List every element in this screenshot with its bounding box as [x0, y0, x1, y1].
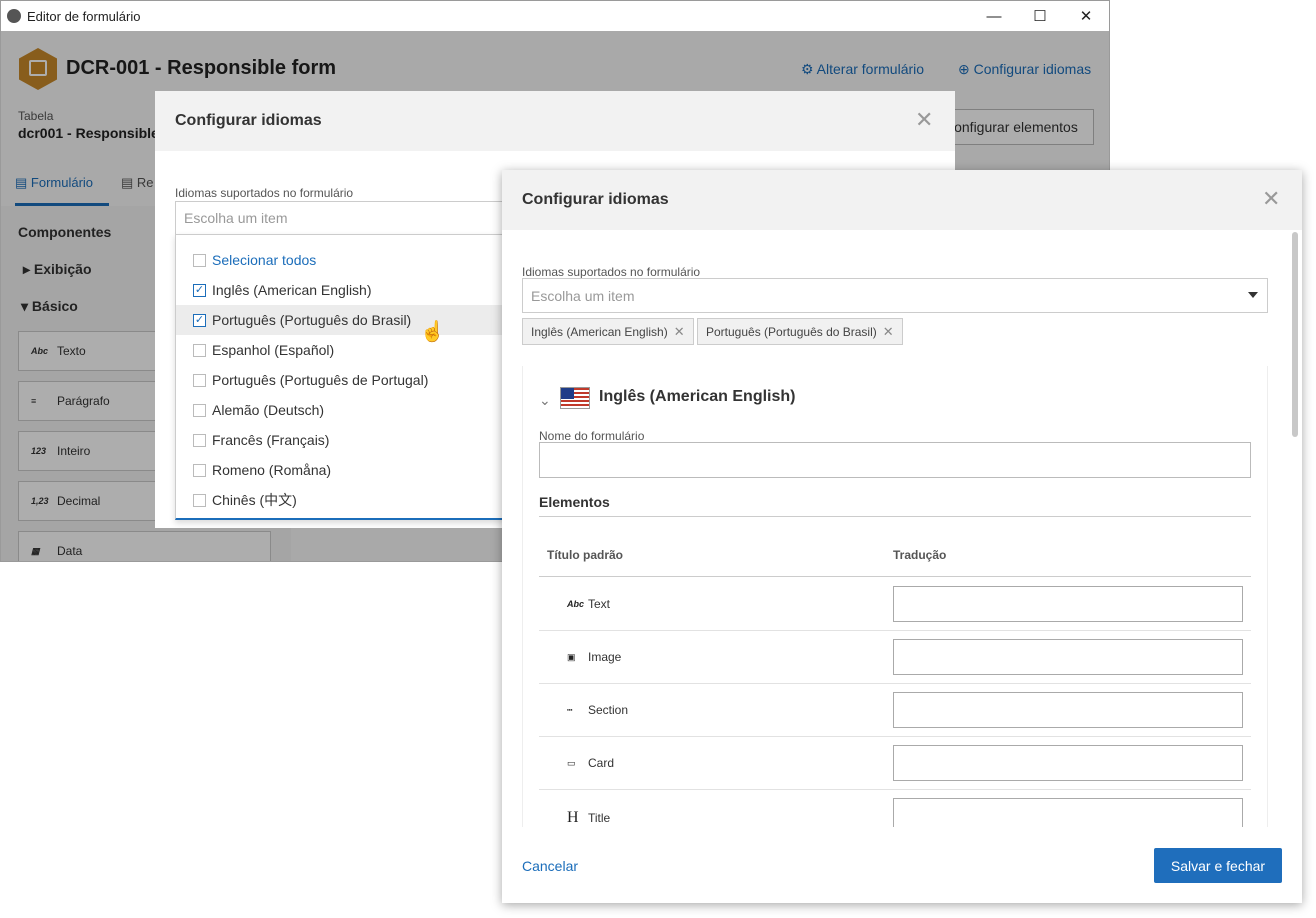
maximize-button[interactable]: ☐ — [1017, 1, 1063, 31]
divider — [539, 736, 1251, 737]
modal-header: Configurar idiomas ✕ — [155, 91, 955, 151]
option-english[interactable]: ✓ Inglês (American English) — [176, 275, 504, 305]
option-chinese[interactable]: Chinês (中文) — [176, 485, 504, 515]
checkbox[interactable] — [193, 493, 206, 507]
app-logo-icon — [7, 9, 21, 23]
column-default-title: Título padrão — [547, 548, 623, 562]
remove-chip-icon[interactable]: ✕ — [674, 324, 685, 340]
translation-input[interactable] — [893, 586, 1243, 622]
language-chip: Inglês (American English) ✕ — [522, 318, 694, 345]
scrollbar[interactable] — [1292, 232, 1298, 437]
checkbox[interactable] — [193, 253, 206, 267]
modal-title: Configurar idiomas — [522, 191, 669, 208]
row-label: Text — [588, 597, 611, 611]
languages-field-label: Idiomas suportados no formulário — [175, 186, 354, 200]
collapse-chevron-icon[interactable]: ⌄ — [539, 392, 551, 409]
languages-select[interactable]: Escolha um item — [522, 278, 1268, 313]
text-type-icon: Abc — [567, 599, 585, 609]
option-label: Alemão (Deutsch) — [212, 402, 325, 418]
chevron-down-icon[interactable] — [1248, 292, 1258, 298]
row-label: Card — [588, 756, 615, 770]
form-name-label: Nome do formulário — [539, 429, 645, 443]
modal-header: Configurar idiomas ✕ — [502, 170, 1302, 230]
option-select-all[interactable]: Selecionar todos — [176, 245, 504, 275]
image-icon: ▣ — [567, 651, 576, 662]
table-row: ▣ Image — [567, 650, 621, 664]
table-row: ▭ Card — [567, 756, 614, 770]
checkbox[interactable] — [193, 403, 206, 417]
checkbox[interactable] — [193, 373, 206, 387]
divider — [539, 516, 1251, 517]
translation-input[interactable] — [893, 745, 1243, 781]
remove-chip-icon[interactable]: ✕ — [883, 324, 894, 340]
checkbox[interactable] — [193, 433, 206, 447]
close-window-button[interactable]: ✕ — [1063, 1, 1109, 31]
column-translation: Tradução — [893, 548, 947, 562]
chip-label: Português (Português do Brasil) — [706, 324, 877, 339]
row-label: Section — [588, 703, 629, 717]
card-icon: ▭ — [567, 757, 576, 768]
close-icon[interactable]: ✕ — [915, 107, 933, 133]
languages-field-label: Idiomas suportados no formulário — [522, 265, 701, 279]
divider — [539, 683, 1251, 684]
checkbox-checked[interactable]: ✓ — [193, 313, 206, 327]
option-label: Português (Português de Portugal) — [212, 372, 429, 388]
chip-label: Inglês (American English) — [531, 324, 668, 339]
divider — [539, 789, 1251, 790]
option-label: Espanhol (Español) — [212, 342, 335, 358]
option-label: Chinês (中文) — [212, 492, 297, 508]
table-row: Abc Text — [567, 597, 610, 611]
languages-dropdown: Selecionar todos ✓ Inglês (American Engli… — [175, 234, 505, 520]
option-label: Romeno (Romåna) — [212, 462, 332, 478]
form-name-input[interactable] — [539, 442, 1251, 478]
checkbox[interactable] — [193, 463, 206, 477]
configure-languages-modal-front: Configurar idiomas ✕ Idiomas suportados … — [502, 170, 1302, 903]
row-label: Image — [588, 650, 622, 664]
divider — [539, 576, 1251, 577]
save-and-close-button[interactable]: Salvar e fechar — [1154, 848, 1282, 883]
section-icon: ┅ — [567, 704, 573, 715]
modal-title: Configurar idiomas — [175, 112, 322, 129]
hand-cursor-icon: ☝ — [420, 321, 445, 343]
divider — [539, 630, 1251, 631]
translation-input[interactable] — [893, 639, 1243, 675]
language-chip: Português (Português do Brasil) ✕ — [697, 318, 903, 345]
minimize-button[interactable]: — — [971, 1, 1017, 31]
elements-heading: Elementos — [539, 494, 610, 510]
language-name: Inglês (American English) — [599, 388, 796, 405]
option-portuguese-brazil[interactable]: ✓ Português (Português do Brasil) — [176, 305, 504, 335]
window-titlebar: Editor de formulário — ☐ ✕ — [1, 1, 1109, 31]
option-label: Selecionar todos — [212, 252, 317, 268]
option-spanish[interactable]: Espanhol (Español) — [176, 335, 504, 365]
checkbox-checked[interactable]: ✓ — [193, 283, 206, 297]
option-label: Inglês (American English) — [212, 282, 372, 298]
table-row: H Title — [567, 809, 610, 827]
us-flag-icon — [560, 387, 590, 409]
option-label: Francês (Français) — [212, 432, 330, 448]
table-row: ┅ Section — [567, 703, 628, 717]
close-icon[interactable]: ✕ — [1262, 186, 1280, 212]
checkbox[interactable] — [193, 343, 206, 357]
option-label: Português (Português do Brasil) — [212, 312, 412, 328]
row-label: Title — [588, 811, 611, 825]
option-portuguese-portugal[interactable]: Português (Português de Portugal) — [176, 365, 504, 395]
option-romanian[interactable]: Romeno (Romåna) — [176, 455, 504, 485]
option-german[interactable]: Alemão (Deutsch) — [176, 395, 504, 425]
cancel-button[interactable]: Cancelar — [522, 858, 578, 874]
translation-input[interactable] — [893, 692, 1243, 728]
option-french[interactable]: Francês (Français) — [176, 425, 504, 455]
window-title: Editor de formulário — [27, 9, 141, 24]
heading-icon: H — [567, 809, 579, 826]
languages-select[interactable]: Escolha um item — [175, 201, 505, 235]
